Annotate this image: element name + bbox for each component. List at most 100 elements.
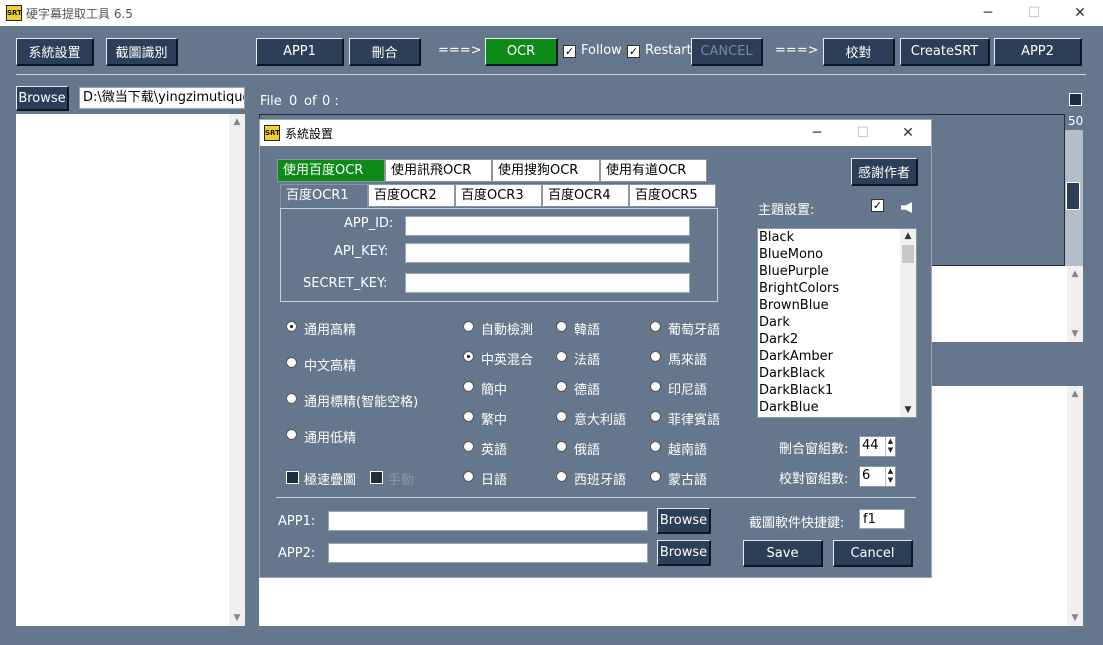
scroll-up-icon[interactable]: ▲ [1067, 269, 1083, 279]
scroll-up-icon[interactable]: ▲ [1067, 389, 1083, 399]
lang-radio-russian[interactable] [556, 441, 567, 452]
mode-radio-general-high[interactable] [286, 321, 297, 332]
lang-radio-spanish[interactable] [556, 471, 567, 482]
theme-checkbox[interactable]: ✓ [871, 199, 884, 212]
lang-radio-korean[interactable] [556, 321, 567, 332]
create-srt-button[interactable]: CreateSRT [900, 38, 990, 66]
lang-radio-portuguese[interactable] [650, 321, 661, 332]
browse-button[interactable]: Browse [16, 86, 69, 111]
scroll-up-icon[interactable]: ▲ [900, 231, 916, 241]
follow-checkbox[interactable]: ✓ [563, 45, 576, 58]
tab-baidu-ocr2[interactable]: 百度OCR2 [368, 184, 455, 207]
theme-item-darkblack[interactable]: DarkBlack [758, 365, 900, 382]
lang-radio-italian[interactable] [556, 411, 567, 422]
dialog-close-icon[interactable]: ✕ [885, 120, 931, 146]
file-list-scrollbar[interactable]: ▲ ▼ [229, 114, 245, 626]
theme-item-dark[interactable]: Dark [758, 314, 900, 331]
tab-baidu-ocr5[interactable]: 百度OCR5 [629, 184, 716, 207]
lang-radio-vietnamese[interactable] [650, 441, 661, 452]
scroll-down-icon[interactable]: ▼ [1067, 329, 1083, 339]
theme-item-bluemono[interactable]: BlueMono [758, 246, 900, 263]
theme-item-dark2[interactable]: Dark2 [758, 331, 900, 348]
theme-list[interactable]: Black BlueMono BluePurple BrightColors B… [757, 228, 917, 418]
spinner-arrows-icon[interactable]: ▲ ▼ [885, 467, 895, 486]
cancel-button[interactable]: Cancel [833, 540, 913, 567]
dialog-minimize-icon[interactable]: ─ [794, 120, 840, 146]
tab-sogou-ocr[interactable]: 使用搜狗OCR [492, 159, 600, 182]
subtitle-scrollbar[interactable]: ▲ ▼ [1067, 266, 1083, 342]
spinner-arrows-icon[interactable]: ▲ ▼ [885, 437, 895, 456]
theme-item-black[interactable]: Black [758, 229, 900, 246]
screenshot-ocr-button[interactable]: 截圖識別 [106, 38, 178, 66]
lang-radio-mongolian[interactable] [650, 471, 661, 482]
tab-baidu-ocr[interactable]: 使用百度OCR [277, 159, 385, 182]
lang-radio-french[interactable] [556, 351, 567, 362]
position-slider-handle[interactable] [1066, 182, 1080, 210]
fast-stack-checkbox[interactable] [286, 471, 299, 484]
app1-path-input[interactable] [328, 511, 648, 531]
ocr-button[interactable]: OCR [485, 38, 558, 66]
api-key-input[interactable] [405, 243, 690, 263]
crop-button[interactable]: 刪合 [349, 38, 421, 66]
mode-radio-general-standard[interactable] [286, 393, 297, 404]
app-id-input[interactable] [405, 216, 690, 236]
mode-label: 通用低精 [304, 431, 357, 446]
manual-checkbox[interactable] [370, 471, 383, 484]
file-list-panel[interactable] [16, 114, 245, 626]
cancel-ocr-button[interactable]: CANCEL [691, 38, 763, 66]
hotkey-input[interactable]: f1 [859, 509, 905, 529]
theme-item-bluepurple[interactable]: BluePurple [758, 263, 900, 280]
minimize-icon[interactable]: ─ [965, 0, 1011, 26]
scroll-down-icon[interactable]: ▼ [1067, 613, 1083, 623]
app-logo-icon: SRT [6, 5, 22, 21]
mode-radio-general-low[interactable] [286, 429, 297, 440]
lang-radio-auto[interactable] [463, 321, 474, 332]
scroll-down-icon[interactable]: ▼ [229, 613, 245, 623]
settings-button[interactable]: 系統設置 [16, 38, 94, 66]
app1-browse-button[interactable]: Browse [657, 508, 711, 534]
proof-groups-spinner[interactable]: 6 ▲ ▼ [859, 466, 896, 487]
tab-baidu-ocr4[interactable]: 百度OCR4 [542, 184, 629, 207]
restart-checkbox[interactable]: ✓ [627, 45, 640, 58]
speaker-icon[interactable] [901, 202, 912, 213]
lang-radio-japanese[interactable] [463, 471, 474, 482]
lang-radio-indonesian[interactable] [650, 381, 661, 392]
theme-item-brownblue[interactable]: BrownBlue [758, 297, 900, 314]
lang-radio-traditional[interactable] [463, 411, 474, 422]
lang-radio-filipino[interactable] [650, 411, 661, 422]
app2-browse-button[interactable]: Browse [657, 540, 711, 566]
thanks-author-button[interactable]: 感謝作者 [851, 158, 918, 186]
tab-baidu-ocr1[interactable]: 百度OCR1 [280, 184, 368, 209]
theme-item-brightcolors[interactable]: BrightColors [758, 280, 900, 297]
save-button[interactable]: Save [743, 540, 823, 567]
theme-list-scrollbar[interactable]: ▲ ▼ [900, 229, 916, 417]
lang-radio-chn-eng[interactable] [463, 351, 474, 362]
scroll-thumb[interactable] [902, 245, 914, 263]
lang-radio-simplified[interactable] [463, 381, 474, 392]
app2-path-input[interactable] [328, 543, 648, 563]
scroll-down-icon[interactable]: ▼ [900, 405, 916, 415]
close-icon[interactable]: ✕ [1057, 0, 1103, 26]
top-right-checkbox[interactable] [1069, 93, 1082, 106]
crop-groups-spinner[interactable]: 44 ▲ ▼ [859, 436, 896, 457]
video-path-input[interactable]: D:\微当下载\yingzimutiqugongju [79, 87, 245, 109]
lang-radio-malay[interactable] [650, 351, 661, 362]
position-slider-track[interactable] [1065, 130, 1083, 266]
tab-youdao-ocr[interactable]: 使用有道OCR [600, 159, 707, 182]
tab-xunfei-ocr[interactable]: 使用訊飛OCR [385, 159, 492, 182]
app1-button[interactable]: APP1 [256, 38, 344, 66]
theme-item-darkamber[interactable]: DarkAmber [758, 348, 900, 365]
scroll-up-icon[interactable]: ▲ [229, 117, 245, 127]
tab-baidu-ocr3[interactable]: 百度OCR3 [455, 184, 542, 207]
theme-item-darkblue[interactable]: DarkBlue [758, 399, 900, 416]
secret-key-input[interactable] [405, 273, 690, 293]
mode-radio-chinese-high[interactable] [286, 357, 297, 368]
result-scrollbar[interactable]: ▲ ▼ [1067, 386, 1083, 626]
dialog-maximize-icon[interactable]: ☐ [840, 120, 886, 146]
app2-button[interactable]: APP2 [994, 38, 1082, 66]
maximize-icon[interactable]: ☐ [1011, 0, 1057, 26]
theme-item-darkblack1[interactable]: DarkBlack1 [758, 382, 900, 399]
lang-radio-german[interactable] [556, 381, 567, 392]
proofread-button[interactable]: 校對 [823, 38, 895, 66]
lang-radio-english[interactable] [463, 441, 474, 452]
